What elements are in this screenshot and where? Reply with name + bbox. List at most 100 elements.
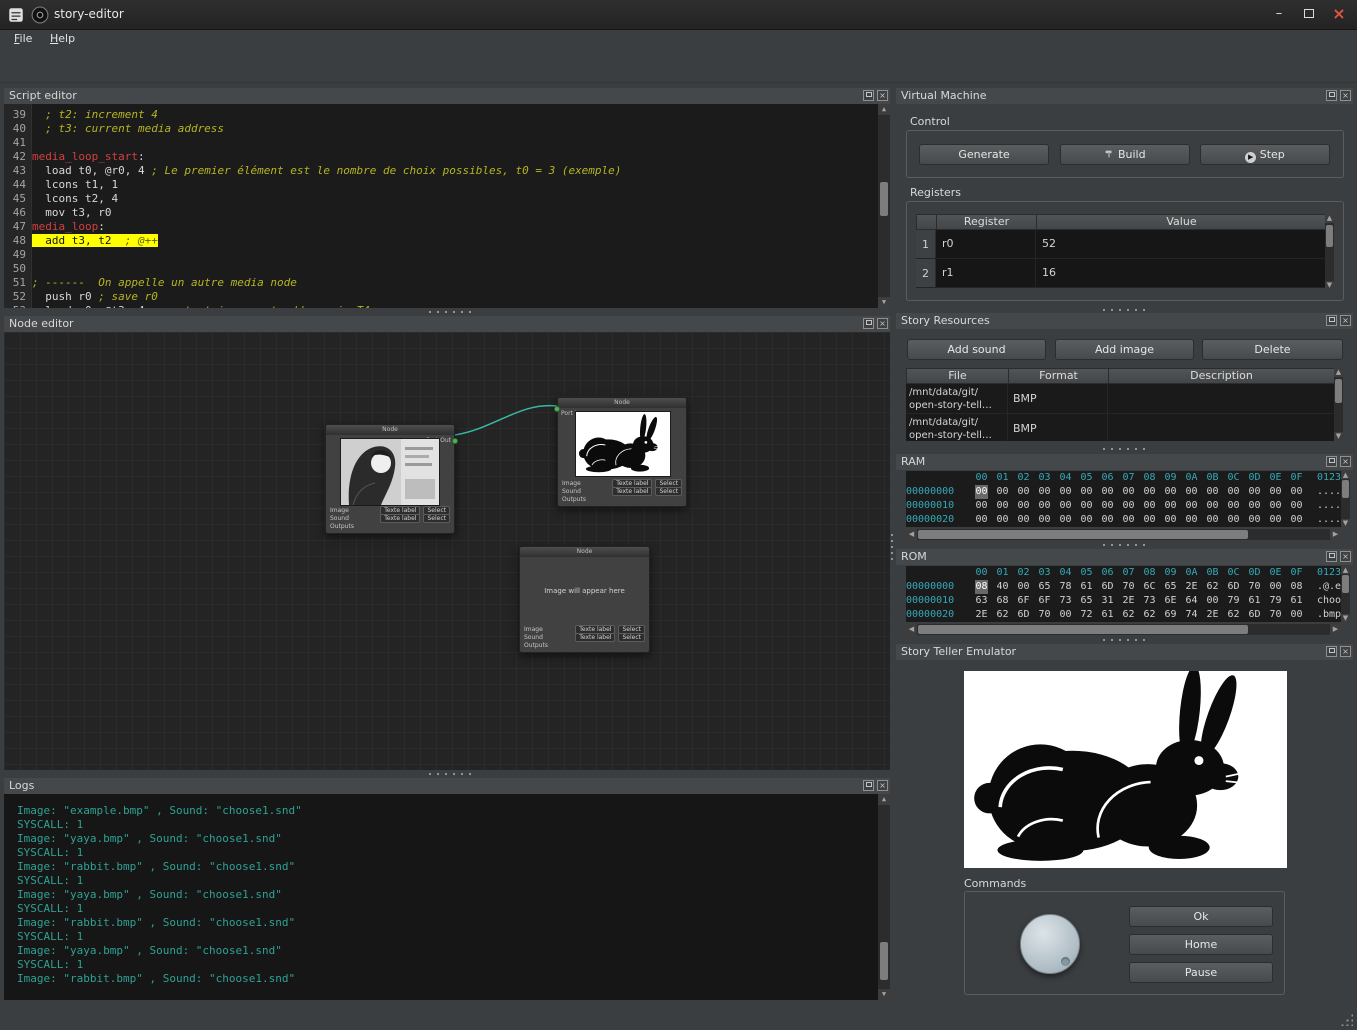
scrollbar-thumb[interactable] xyxy=(880,182,888,216)
float-panel-icon[interactable] xyxy=(1326,456,1337,467)
command-knob[interactable] xyxy=(1020,914,1080,974)
hex-byte[interactable]: 72 xyxy=(1080,608,1093,622)
window-resize-grip[interactable] xyxy=(1340,1013,1353,1026)
index-column-header[interactable] xyxy=(917,215,937,229)
float-panel-icon[interactable] xyxy=(1326,646,1337,657)
resource-row[interactable]: /mnt/data/git/ open-story-tell…BMP xyxy=(906,384,1334,414)
menu-file[interactable]: File xyxy=(10,31,36,46)
hex-byte[interactable]: 61 xyxy=(1101,608,1114,622)
hex-byte[interactable]: 00 xyxy=(1017,580,1030,594)
hex-byte[interactable]: 00 xyxy=(1269,513,1282,527)
hex-byte[interactable]: 65 xyxy=(1080,594,1093,608)
hex-byte[interactable]: 74 xyxy=(1185,608,1198,622)
hex-byte[interactable]: 00 xyxy=(1101,499,1114,513)
hex-byte[interactable]: 65 xyxy=(1164,580,1177,594)
close-button[interactable]: × xyxy=(1329,4,1349,24)
register-column-header[interactable]: Register xyxy=(937,215,1037,229)
hex-byte[interactable]: 79 xyxy=(1269,594,1282,608)
hex-byte[interactable]: 00 xyxy=(1038,513,1051,527)
hex-byte[interactable]: 00 xyxy=(1185,499,1198,513)
home-button[interactable]: Home xyxy=(1129,934,1273,955)
code-editor[interactable]: 39 ; t2: increment 440 ; t3: current med… xyxy=(4,104,890,308)
splitter-handle[interactable] xyxy=(1100,638,1146,642)
logs-vertical-scrollbar[interactable]: ▲▼ xyxy=(878,794,890,1000)
hex-byte[interactable]: 2E xyxy=(975,608,988,622)
hex-byte[interactable]: 00 xyxy=(1290,513,1303,527)
ram-horizontal-scrollbar[interactable]: ◀▶ xyxy=(906,529,1341,540)
hex-byte[interactable]: 6C xyxy=(1143,580,1156,594)
hex-byte[interactable]: 00 xyxy=(1017,513,1030,527)
hex-byte[interactable]: 6E xyxy=(1164,594,1177,608)
register-row[interactable]: 2r116 xyxy=(916,259,1325,288)
hex-byte[interactable]: 69 xyxy=(1164,608,1177,622)
hex-byte[interactable]: 70 xyxy=(1248,580,1261,594)
rom-hex-view[interactable]: 000102030405060708090A0B0C0D0E0F01234567… xyxy=(906,566,1341,622)
hex-byte[interactable]: 65 xyxy=(1038,580,1051,594)
close-panel-icon[interactable]: × xyxy=(1340,646,1351,657)
hex-byte[interactable]: 00 xyxy=(1227,513,1240,527)
select-sound-button[interactable]: Select xyxy=(423,514,450,523)
hex-byte[interactable]: 73 xyxy=(1143,594,1156,608)
hex-byte[interactable]: 79 xyxy=(1227,594,1240,608)
rom-vertical-scrollbar[interactable]: ▲ ▼ xyxy=(1341,566,1350,622)
splitter-handle[interactable] xyxy=(1100,543,1146,547)
minimize-button[interactable]: – xyxy=(1269,4,1289,24)
float-panel-icon[interactable] xyxy=(1326,551,1337,562)
hex-byte[interactable]: 61 xyxy=(1290,594,1303,608)
hex-byte[interactable]: 70 xyxy=(1122,580,1135,594)
texte-label-button[interactable]: Texte label xyxy=(612,487,652,496)
build-button[interactable]: Build xyxy=(1060,144,1190,165)
hex-byte[interactable]: 00 xyxy=(1248,485,1261,499)
splitter-handle[interactable] xyxy=(1100,447,1146,451)
hex-byte[interactable]: 00 xyxy=(1059,499,1072,513)
float-panel-icon[interactable] xyxy=(863,318,874,329)
file-column-header[interactable]: File xyxy=(907,369,1009,383)
hex-byte[interactable]: 00 xyxy=(975,499,988,513)
hex-byte[interactable]: 78 xyxy=(1059,580,1072,594)
float-panel-icon[interactable] xyxy=(863,90,874,101)
hex-byte[interactable]: 2E xyxy=(1185,580,1198,594)
hex-byte[interactable]: 00 xyxy=(1206,513,1219,527)
hex-byte[interactable]: 61 xyxy=(1248,594,1261,608)
hex-byte[interactable]: 6D xyxy=(1248,608,1261,622)
hex-byte[interactable]: 68 xyxy=(996,594,1009,608)
step-button[interactable]: ▶ Step xyxy=(1200,144,1330,165)
app-menu-icon[interactable] xyxy=(7,6,25,24)
log-output[interactable]: Image: "example.bmp" , Sound: "choose1.s… xyxy=(4,794,890,1000)
hex-byte[interactable]: 00 xyxy=(1290,499,1303,513)
hex-byte[interactable]: 00 xyxy=(1248,513,1261,527)
script-vertical-scrollbar[interactable]: ▲▼ xyxy=(878,104,890,308)
scrollbar-thumb[interactable] xyxy=(880,942,888,980)
scrollbar-thumb[interactable] xyxy=(918,530,1248,539)
scrollbar-thumb[interactable] xyxy=(1326,225,1333,247)
hex-byte[interactable]: 6D xyxy=(1227,580,1240,594)
resources-scrollbar[interactable]: ▲ ▼ xyxy=(1334,368,1343,441)
hex-byte[interactable]: 00 xyxy=(1017,499,1030,513)
hex-byte[interactable]: 62 xyxy=(996,608,1009,622)
hex-byte[interactable]: 61 xyxy=(1080,580,1093,594)
texte-label-button[interactable]: Texte label xyxy=(575,633,615,642)
scrollbar-thumb[interactable] xyxy=(1342,575,1349,593)
close-panel-icon[interactable]: × xyxy=(1340,315,1351,326)
hex-byte[interactable]: 00 xyxy=(1059,608,1072,622)
pause-button[interactable]: Pause xyxy=(1129,962,1273,983)
node-canvas[interactable]: Node Port Out Image Texte label Select S… xyxy=(4,332,890,770)
close-panel-icon[interactable]: × xyxy=(877,318,888,329)
hex-byte[interactable]: 6D xyxy=(1101,580,1114,594)
float-panel-icon[interactable] xyxy=(1326,315,1337,326)
hex-byte[interactable]: 08 xyxy=(975,580,988,594)
close-panel-icon[interactable]: × xyxy=(1340,551,1351,562)
hex-byte[interactable]: 2E xyxy=(1206,608,1219,622)
hex-byte[interactable]: 00 xyxy=(1080,513,1093,527)
hex-byte[interactable]: 00 xyxy=(1290,485,1303,499)
close-panel-icon[interactable]: × xyxy=(1340,456,1351,467)
hex-byte[interactable]: 00 xyxy=(1185,485,1198,499)
hex-byte[interactable]: 00 xyxy=(996,513,1009,527)
hex-byte[interactable]: 62 xyxy=(1206,580,1219,594)
scrollbar-thumb[interactable] xyxy=(1342,480,1349,498)
select-sound-button[interactable]: Select xyxy=(618,633,645,642)
hex-byte[interactable]: 00 xyxy=(1164,499,1177,513)
hex-byte[interactable]: 00 xyxy=(1269,485,1282,499)
hex-byte[interactable]: 00 xyxy=(1143,513,1156,527)
generate-button[interactable]: Generate xyxy=(919,144,1049,165)
